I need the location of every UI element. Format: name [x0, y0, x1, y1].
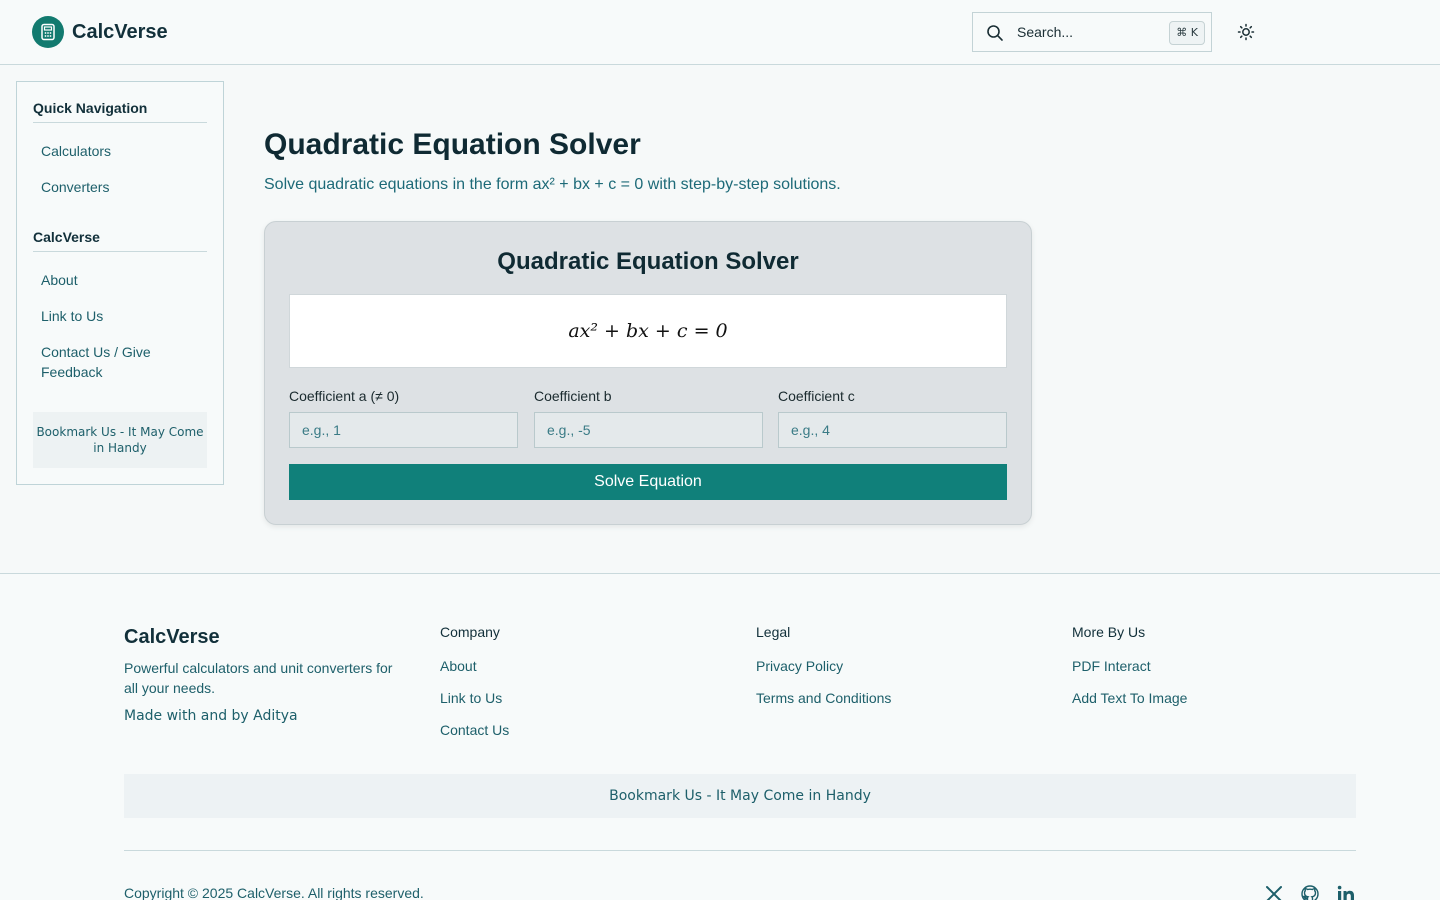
footer-heading-more-by-us: More By Us [1072, 624, 1146, 640]
footer-link-pdf-interact[interactable]: PDF Interact [1072, 658, 1151, 674]
logo-link[interactable]: CalcVerse [32, 16, 168, 48]
coefficient-c-input[interactable]: e.g., 4 [778, 412, 1007, 448]
sidebar-heading-quick-navigation: Quick Navigation [33, 100, 207, 123]
coefficient-b-input[interactable]: e.g., -5 [534, 412, 763, 448]
coefficient-b-label: Coefficient b [534, 388, 612, 404]
solver-card: Quadratic Equation Solver ax² + bx + c =… [264, 221, 1032, 525]
footer-link-link-to-us[interactable]: Link to Us [440, 690, 502, 706]
footer-link-contact-us[interactable]: Contact Us [440, 722, 509, 738]
footer-brand: CalcVerse [124, 626, 220, 648]
sidebar-item-link-to-us[interactable]: Link to Us [41, 306, 201, 326]
site-header: CalcVerse Search... ⌘ K [0, 0, 1440, 65]
page-title: Quadratic Equation Solver [264, 128, 641, 161]
footer-link-about[interactable]: About [440, 658, 477, 674]
sidebar-heading-calcverse: CalcVerse [33, 229, 207, 252]
search-shortcut: ⌘ K [1169, 21, 1205, 45]
x-icon[interactable] [1264, 884, 1284, 900]
sidebar-item-converters[interactable]: Converters [41, 177, 201, 197]
footer-link-terms[interactable]: Terms and Conditions [756, 690, 891, 706]
coefficient-a-input[interactable]: e.g., 1 [289, 412, 518, 448]
brand-name: CalcVerse [72, 20, 168, 43]
sidebar-bookmark-banner[interactable]: Bookmark Us - It May Come in Handy [33, 412, 207, 468]
footer-heading-company: Company [440, 624, 500, 640]
theme-toggle-button[interactable] [1236, 22, 1256, 42]
site-footer: CalcVerse Powerful calculators and unit … [0, 573, 1440, 900]
coefficient-c-label: Coefficient c [778, 388, 855, 404]
sun-icon [1236, 23, 1256, 46]
search-button[interactable]: Search... ⌘ K [972, 12, 1212, 52]
page-subtitle: Solve quadratic equations in the form ax… [264, 176, 841, 193]
solve-equation-button[interactable]: Solve Equation [289, 464, 1007, 500]
calculator-icon [32, 16, 64, 48]
sidebar-item-contact[interactable]: Contact Us / Give Feedback [41, 342, 201, 382]
sidebar: Quick Navigation Calculators Converters … [16, 81, 224, 485]
linkedin-icon[interactable] [1336, 884, 1356, 900]
card-title: Quadratic Equation Solver [497, 248, 799, 275]
equation-display: ax² + bx + c = 0 [289, 294, 1007, 368]
copyright-text: Copyright © 2025 CalcVerse. All rights r… [124, 885, 424, 900]
sidebar-item-about[interactable]: About [41, 270, 201, 290]
footer-made-with: Made with and by Aditya [124, 708, 298, 724]
footer-heading-legal: Legal [756, 624, 791, 640]
github-icon[interactable] [1300, 884, 1320, 900]
footer-link-add-text-to-image[interactable]: Add Text To Image [1072, 690, 1187, 706]
sidebar-item-calculators[interactable]: Calculators [41, 141, 201, 161]
search-icon [986, 24, 1004, 47]
footer-divider [124, 850, 1356, 851]
footer-description: Powerful calculators and unit converters… [124, 660, 393, 696]
search-placeholder: Search... [1017, 24, 1074, 40]
coefficient-a-label: Coefficient a (≠ 0) [289, 388, 400, 404]
footer-bookmark-banner[interactable]: Bookmark Us - It May Come in Handy [124, 774, 1356, 818]
footer-link-privacy-policy[interactable]: Privacy Policy [756, 658, 843, 674]
